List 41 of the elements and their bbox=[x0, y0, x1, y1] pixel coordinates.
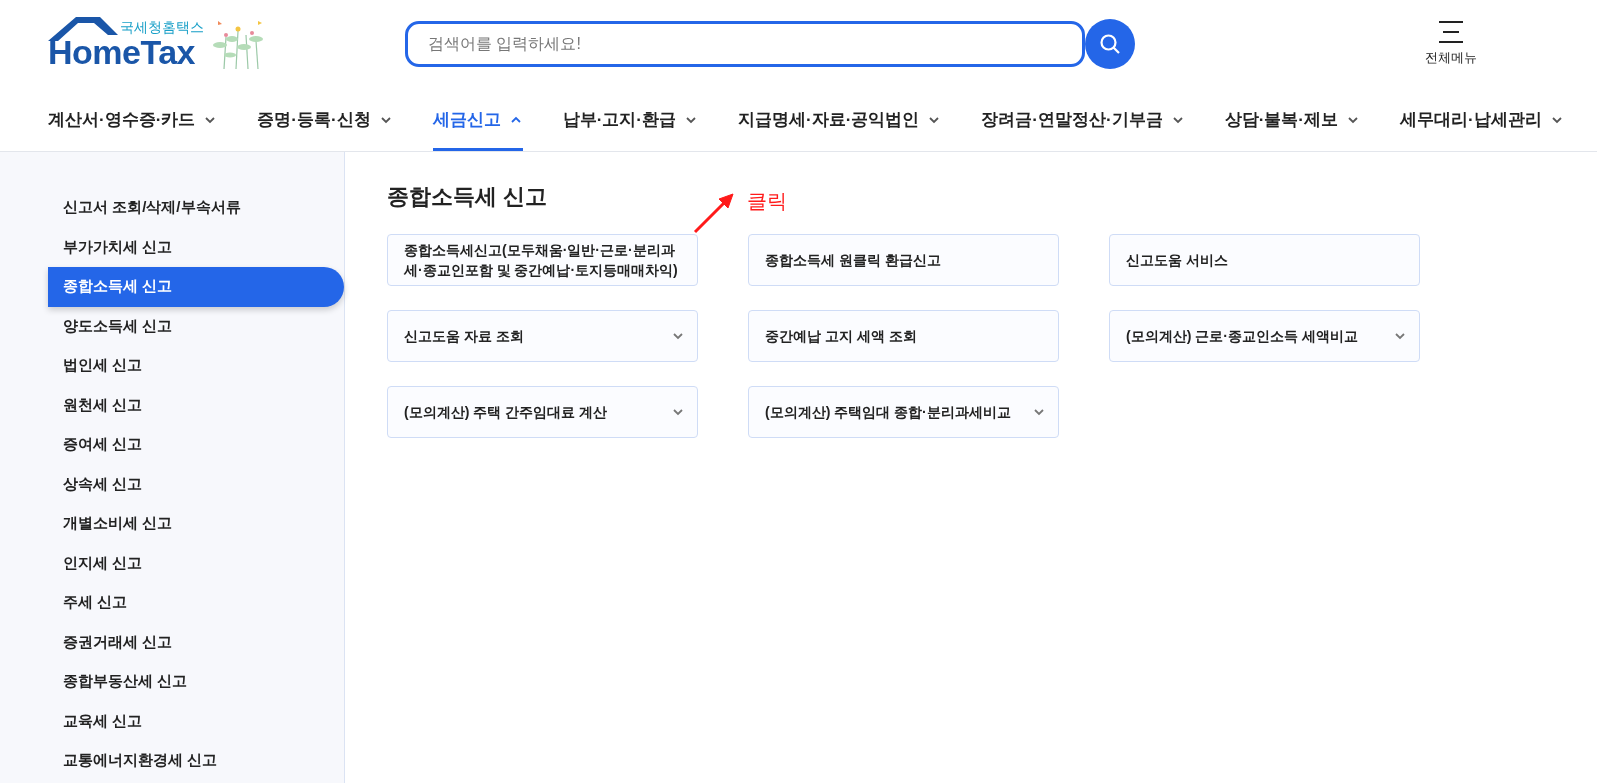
sidebar-item[interactable]: 증권거래세 신고 bbox=[48, 622, 344, 662]
sidebar-item[interactable]: 상속세 신고 bbox=[48, 464, 344, 504]
nav-tab[interactable]: 세금신고 bbox=[432, 88, 523, 151]
arrow-icon bbox=[693, 192, 736, 234]
menu-button[interactable]: 전체메뉴 bbox=[1425, 21, 1477, 67]
sidebar-item[interactable]: 주세 신고 bbox=[48, 583, 344, 623]
sidebar-item[interactable]: 법인세 신고 bbox=[48, 346, 344, 386]
sidebar-item[interactable]: 종합소득세 신고 bbox=[48, 267, 344, 307]
nav-tab[interactable]: 상담·불복·제보 bbox=[1224, 88, 1360, 151]
sidebar-item[interactable]: 부가가치세 신고 bbox=[48, 227, 344, 267]
menu-icon bbox=[1438, 21, 1464, 43]
nav-tab[interactable]: 세무대리·납세관리 bbox=[1399, 88, 1564, 151]
sidebar-item[interactable]: 교통에너지환경세 신고 bbox=[48, 741, 344, 781]
sidebar-item[interactable]: 신고서 조회/삭제/부속서류 bbox=[48, 188, 344, 228]
nav-tab[interactable]: 증명·등록·신청 bbox=[257, 88, 393, 151]
sidebar-item[interactable]: 양도소득세 신고 bbox=[48, 306, 344, 346]
search-field[interactable]: 검색어를 입력하세요! bbox=[405, 21, 1085, 67]
sidebar-item[interactable]: 인지세 신고 bbox=[48, 543, 344, 583]
link-card[interactable]: 중간예납 고지 세액 조회 bbox=[748, 310, 1059, 362]
nav-tab[interactable]: 장려금·연말정산·기부금 bbox=[981, 88, 1185, 151]
sidebar-item[interactable]: 원천세 신고 bbox=[48, 385, 344, 425]
link-card[interactable]: 종합소득세 원클릭 환급신고 bbox=[748, 234, 1059, 286]
sidebar-item[interactable]: 종합부동산세 신고 bbox=[48, 662, 344, 702]
sidebar-item[interactable]: 교육세 신고 bbox=[48, 701, 344, 741]
search-icon bbox=[1099, 33, 1121, 55]
dropdown-card[interactable]: 신고도움 자료 조회 bbox=[387, 310, 698, 362]
sidebar-item[interactable]: 개별소비세 신고 bbox=[48, 504, 344, 544]
link-card[interactable]: 신고도움 서비스 bbox=[1109, 234, 1420, 286]
dropdown-card[interactable]: (모의계산) 주택 간주임대료 계산 bbox=[387, 386, 698, 438]
nav-tab[interactable]: 납부·고지·환급 bbox=[562, 88, 698, 151]
dropdown-card[interactable]: (모의계산) 근로·종교인소득 세액비교 bbox=[1109, 310, 1420, 362]
sidebar-item[interactable]: 증여세 신고 bbox=[48, 425, 344, 465]
annotation-text: 클릭 bbox=[747, 189, 788, 214]
dropdown-card[interactable]: (모의계산) 주택임대 종합·분리과세비교 bbox=[748, 386, 1059, 438]
link-card[interactable]: 종합소득세신고(모두채움·일반·근로·분리과세·종교인포함 및 중간예납·토지등매매차익) bbox=[387, 234, 698, 286]
nav-tab[interactable]: 지급명세·자료·공익법인 bbox=[738, 88, 942, 151]
search-button[interactable] bbox=[1085, 19, 1135, 69]
nav-tab[interactable]: 계산서·영수증·카드 bbox=[48, 88, 218, 151]
logo-title: HomeTax bbox=[48, 35, 196, 69]
logo-subtitle: 국세청홈택스 bbox=[120, 19, 204, 35]
section-title: 종합소득세 신고 bbox=[387, 183, 548, 211]
